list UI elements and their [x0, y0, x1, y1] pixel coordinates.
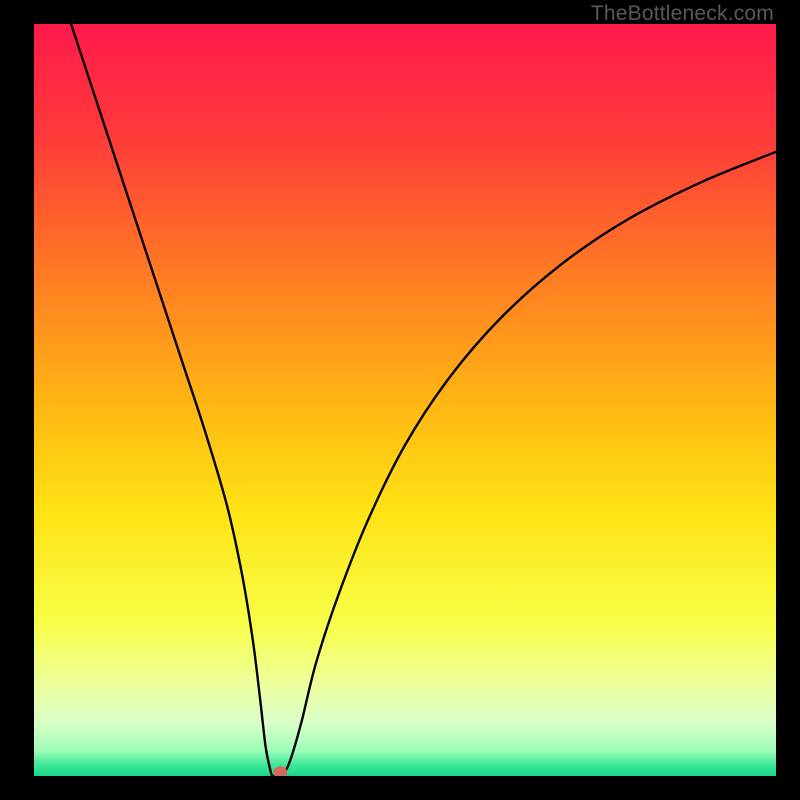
plot-area	[34, 24, 776, 776]
chart-frame: TheBottleneck.com	[0, 0, 800, 800]
watermark-text: TheBottleneck.com	[591, 2, 774, 26]
chart-svg	[34, 24, 776, 776]
gradient-background	[34, 24, 776, 776]
